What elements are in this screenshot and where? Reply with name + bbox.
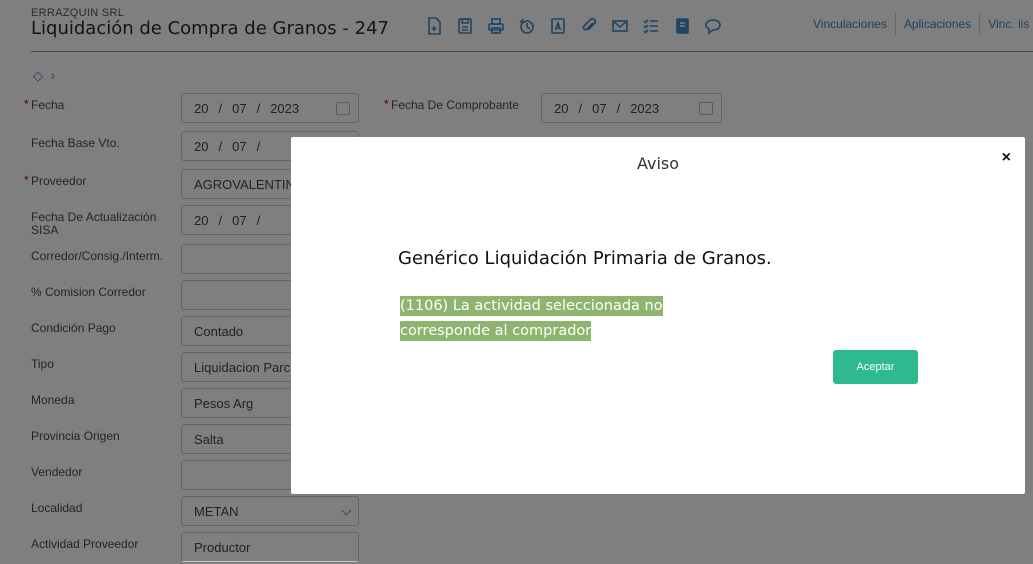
close-icon[interactable]: × bbox=[1002, 149, 1011, 167]
aviso-dialog: Aviso × Genérico Liquidación Primaria de… bbox=[291, 137, 1025, 494]
dialog-heading: Genérico Liquidación Primaria de Granos. bbox=[398, 248, 772, 269]
aceptar-button[interactable]: Aceptar bbox=[833, 350, 918, 384]
dialog-title: Aviso bbox=[636, 154, 680, 173]
message-text: (1106) La actividad seleccionada no corr… bbox=[400, 296, 663, 341]
dialog-message: (1106) La actividad seleccionada no corr… bbox=[400, 294, 738, 344]
